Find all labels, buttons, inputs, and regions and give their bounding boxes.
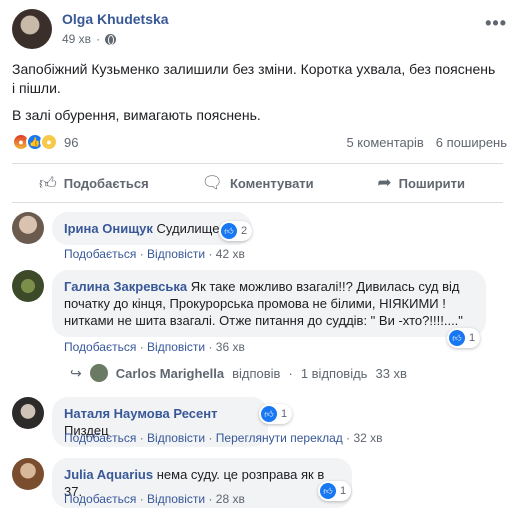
commenter-avatar[interactable] — [12, 270, 44, 302]
post-header: Olga Khudetska 49 хв · ••• — [12, 9, 507, 53]
comment-like-badge[interactable]: 👍︎ 1 — [447, 328, 481, 348]
commenter-avatar[interactable] — [12, 458, 44, 490]
reply-avatar — [89, 364, 108, 382]
reaction-icons[interactable]: ● 👍 ● — [12, 133, 58, 151]
share-button[interactable]: ➦ Поширити — [339, 164, 503, 202]
globe-icon — [105, 33, 117, 45]
comment-time[interactable]: 36 хв — [216, 340, 245, 354]
comment-like-badge[interactable]: 👍︎ 1 — [318, 481, 352, 501]
post-paragraph: Запобіжний Кузьменко залишили без зміни.… — [12, 61, 496, 96]
reply-verb: відповів — [232, 365, 281, 381]
see-translation-link[interactable]: Переглянути переклад — [216, 431, 343, 445]
thumbs-up-icon: 👍︎ — [38, 173, 57, 193]
comment-reply-link[interactable]: Відповісти — [147, 340, 205, 354]
comment-meta: Подобається · Відповісти · 28 хв — [64, 492, 245, 506]
comment-like-link[interactable]: Подобається — [64, 431, 136, 445]
view-replies-link[interactable]: ↪ Carlos Marighella відповів · 1 відпові… — [70, 364, 407, 382]
comment: Julia Aquarius нема суду. це розправа як… — [12, 458, 507, 508]
comment-meta: Подобається · Відповісти · 36 хв — [64, 340, 245, 354]
more-options-icon[interactable]: ••• — [485, 13, 507, 34]
post-stats: 5 коментарів 6 поширень — [346, 135, 507, 150]
post-text: Запобіжний Кузьменко залишили без зміни.… — [12, 60, 502, 133]
author-avatar[interactable] — [12, 9, 52, 49]
post-time[interactable]: 49 хв — [62, 32, 91, 46]
comment-like-count: 1 — [469, 332, 476, 344]
comment-like-badge[interactable]: 👍︎ 1 — [259, 404, 293, 424]
commenter-name[interactable]: Наталя Наумова Ресент — [64, 406, 217, 421]
comment-button[interactable]: 🗨︎ Коментувати — [176, 164, 340, 202]
comment-bubble: Галина Закревська Як таке можливо взагал… — [52, 270, 486, 337]
comment-like-badge[interactable]: 👍︎ 2 — [219, 221, 253, 241]
shares-count[interactable]: 6 поширень — [436, 135, 507, 150]
comment-reply-link[interactable]: Відповісти — [147, 431, 205, 445]
comment: Наталя Наумова Ресент Пиздец 👍︎ 1 Подоба… — [12, 397, 507, 447]
share-button-label: Поширити — [398, 175, 465, 191]
comment: Галина Закревська Як таке можливо взагал… — [12, 270, 507, 360]
comment-time[interactable]: 28 хв — [216, 492, 245, 506]
like-button[interactable]: 👍︎ Подобається — [12, 164, 176, 202]
comment-meta: Подобається · Відповісти · Переглянути п… — [64, 431, 383, 445]
action-bar: 👍︎ Подобається 🗨︎ Коментувати ➦ Поширити — [12, 163, 503, 203]
reaction-count[interactable]: 96 — [64, 135, 78, 150]
like-icon: 👍︎ — [261, 406, 277, 422]
sad-reaction-icon: ● — [40, 133, 58, 151]
comment-like-count: 2 — [241, 225, 248, 237]
comment-icon: 🗨︎ — [201, 173, 223, 192]
commenter-name[interactable]: Галина Закревська — [64, 279, 187, 294]
comment-time[interactable]: 42 хв — [216, 247, 245, 261]
commenter-avatar[interactable] — [12, 397, 44, 429]
like-icon: 👍︎ — [320, 483, 336, 499]
post-time-row: 49 хв · — [62, 32, 117, 46]
reply-count: 1 відповідь — [300, 365, 368, 381]
comment-reply-link[interactable]: Відповісти — [147, 247, 205, 261]
comment-like-count: 1 — [281, 408, 288, 420]
comment-like-link[interactable]: Подобається — [64, 492, 136, 506]
post-paragraph: В залі обурення, вимагають пояснень. — [12, 107, 261, 123]
like-icon: 👍︎ — [221, 223, 237, 239]
comment-like-count: 1 — [340, 485, 347, 497]
comment-time[interactable]: 32 хв — [353, 431, 382, 445]
commenter-name[interactable]: Ірина Онищук — [64, 221, 153, 236]
comment-text: Судилище — [156, 221, 220, 236]
comments-count[interactable]: 5 коментарів — [346, 135, 423, 150]
share-icon: ➦ — [377, 173, 392, 192]
like-button-label: Подобається — [63, 175, 149, 191]
like-icon: 👍︎ — [449, 330, 465, 346]
reply-time: 33 хв — [375, 365, 407, 381]
author-name[interactable]: Olga Khudetska — [62, 11, 169, 27]
reply-arrow-icon: ↪ — [70, 364, 82, 381]
reactions-summary: ● 👍 ● 96 5 коментарів 6 поширень — [12, 132, 507, 152]
comment-button-label: Коментувати — [229, 175, 314, 191]
comment-reply-link[interactable]: Відповісти — [147, 492, 205, 506]
comment-like-link[interactable]: Подобається — [64, 340, 136, 354]
commenter-name[interactable]: Julia Aquarius — [64, 467, 153, 482]
reply-author: Carlos Marighella — [115, 365, 225, 381]
comment: Ірина Онищук Судилище 👍︎ 2 Подобається ·… — [12, 212, 507, 262]
comment-meta: Подобається · Відповісти · 42 хв — [64, 247, 245, 261]
comment-like-link[interactable]: Подобається — [64, 247, 136, 261]
commenter-avatar[interactable] — [12, 212, 44, 244]
